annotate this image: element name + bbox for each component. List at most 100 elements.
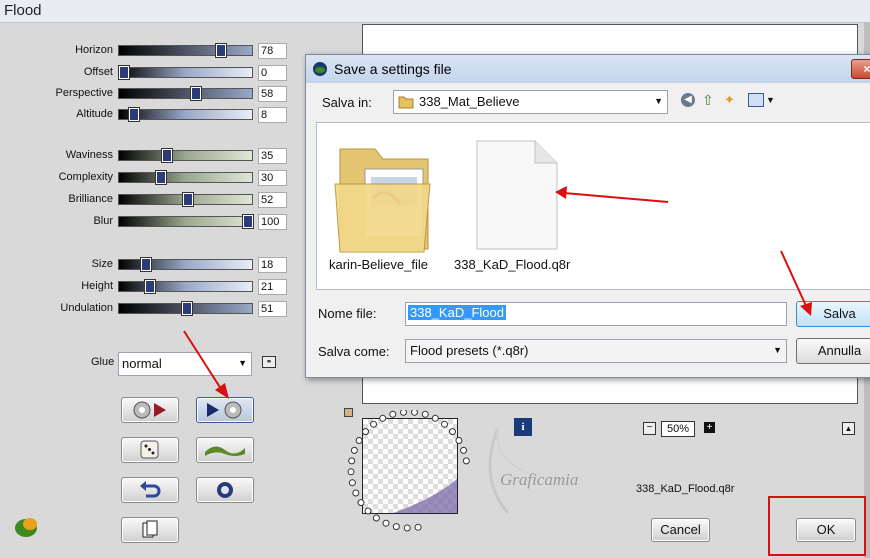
slider-thumb[interactable] (181, 301, 193, 316)
slider-brilliance[interactable] (118, 192, 253, 207)
savetype-label: Salva come: (318, 344, 390, 359)
navigator-ring-dot (347, 468, 355, 476)
close-icon[interactable]: × (851, 59, 870, 79)
app-small-icon (313, 62, 327, 76)
slider-value-perspective[interactable]: 58 (258, 86, 287, 102)
navigator-ring-dot (379, 414, 387, 422)
slider-altitude[interactable] (118, 107, 253, 122)
undo-button[interactable] (121, 477, 179, 503)
slider-thumb[interactable] (140, 257, 152, 272)
folder-icon (334, 148, 431, 253)
navigator-ring-dot (392, 523, 400, 531)
slider-thumb[interactable] (161, 148, 173, 163)
load-preset-icon (133, 401, 166, 419)
cancel-dialog-button[interactable]: Annulla (796, 338, 870, 364)
ok-button[interactable]: OK (796, 518, 856, 542)
slider-thumb[interactable] (190, 86, 202, 101)
slider-perspective[interactable] (118, 86, 253, 101)
slider-thumb[interactable] (242, 214, 254, 229)
save-in-select[interactable]: 338_Mat_Believe ▼ (393, 90, 668, 114)
slider-value-offset[interactable]: 0 (258, 65, 287, 81)
navigator-ring-dot (421, 410, 429, 418)
navigator-ring-dot (348, 479, 356, 487)
filename-input[interactable]: 338_KaD_Flood (405, 302, 787, 326)
reset-button[interactable] (196, 477, 254, 503)
chevron-down-icon: ▼ (773, 345, 782, 355)
slider-thumb[interactable] (128, 107, 140, 122)
slider-value-blur[interactable]: 100 (258, 214, 287, 230)
new-folder-icon[interactable]: ✦ (724, 92, 735, 108)
chevron-down-icon: ▼ (238, 358, 247, 368)
slider-value-altitude[interactable]: 8 (258, 107, 287, 123)
slider-undulation[interactable] (118, 301, 253, 316)
save-preset-button[interactable] (196, 397, 254, 423)
savetype-value: Flood presets (*.q8r) (410, 343, 529, 358)
slider-value-size[interactable]: 18 (258, 257, 287, 273)
file-icon (476, 140, 558, 250)
slider-value-waviness[interactable]: 35 (258, 148, 287, 164)
navigator-ring-dot (460, 446, 468, 454)
filename-label: Nome file: (318, 306, 377, 321)
save-button[interactable]: Salva (796, 301, 870, 327)
slider-label-undulation: Undulation (60, 302, 113, 314)
slider-waviness[interactable] (118, 148, 253, 163)
slider-value-height[interactable]: 21 (258, 279, 287, 295)
view-menu-icon[interactable] (748, 93, 764, 107)
slider-size[interactable] (118, 257, 253, 272)
slider-thumb[interactable] (215, 43, 227, 58)
slider-thumb[interactable] (118, 65, 130, 80)
wave-icon (205, 446, 245, 456)
collapse-icon[interactable]: ▲ (842, 422, 855, 435)
slider-complexity[interactable] (118, 170, 253, 185)
slider-thumb[interactable] (182, 192, 194, 207)
save-label: Salva (823, 306, 856, 321)
load-preset-button[interactable] (121, 397, 179, 423)
navigator-ring-dot (455, 437, 463, 444)
slider-value-complexity[interactable]: 30 (258, 170, 287, 186)
app-logo-icon (12, 512, 42, 545)
zoom-level: 50% (661, 421, 695, 437)
slider-height[interactable] (118, 279, 253, 294)
dialog-titlebar: Save a settings file × (306, 55, 870, 83)
up-folder-icon[interactable]: ⇧ (702, 92, 714, 109)
file-list: karin-Believe_file 338_KaD_Flood.q8r (316, 122, 870, 290)
navigator-ring-dot (357, 499, 365, 507)
navigator-ring-dot (370, 420, 377, 428)
slider-label-offset: Offset (83, 66, 113, 78)
slider-thumb[interactable] (155, 170, 167, 185)
zoom-in-icon[interactable]: + (704, 422, 715, 433)
list-item[interactable]: karin-Believe_file (325, 129, 445, 279)
navigator-ring-dot (411, 410, 418, 416)
navigator-ring-dot (372, 514, 380, 522)
navigator-ring-dot (414, 523, 422, 531)
slider-blur[interactable] (118, 214, 254, 229)
slider-label-blur: Blur (93, 215, 113, 227)
cancel-button[interactable]: Cancel (651, 518, 710, 542)
slider-value-brilliance[interactable]: 52 (258, 192, 287, 208)
savetype-select[interactable]: Flood presets (*.q8r) ▼ (405, 339, 787, 363)
slider-value-undulation[interactable]: 51 (258, 301, 287, 317)
random-button[interactable] (121, 437, 179, 463)
slider-horizon[interactable] (118, 43, 253, 58)
slider-offset[interactable] (118, 65, 253, 80)
window-title: Flood (4, 2, 42, 19)
window-titlebar: Flood (0, 0, 870, 23)
slider-thumb[interactable] (144, 279, 156, 294)
back-icon[interactable]: ◀ (681, 93, 695, 107)
wave-button[interactable] (196, 437, 254, 463)
glue-select[interactable]: normal ▼ (118, 352, 252, 376)
filename-value: 338_KaD_Flood (408, 305, 506, 320)
slider-value-horizon[interactable]: 78 (258, 43, 287, 59)
chevron-down-icon[interactable]: ▼ (766, 95, 775, 105)
copy-button[interactable] (121, 517, 179, 543)
list-item[interactable]: 338_KaD_Flood.q8r (452, 129, 582, 279)
ok-label: OK (816, 522, 836, 537)
glue-value: normal (122, 356, 162, 371)
link-icon[interactable]: ⚭ (262, 356, 276, 368)
slider-label-size: Size (91, 258, 113, 270)
slider-label-brilliance: Brilliance (68, 193, 113, 205)
navigator-ring-dot (400, 410, 407, 416)
save-in-label: Salva in: (322, 95, 372, 110)
navigator-ring-dot (362, 428, 369, 436)
zoom-out-icon[interactable]: − (643, 422, 656, 435)
